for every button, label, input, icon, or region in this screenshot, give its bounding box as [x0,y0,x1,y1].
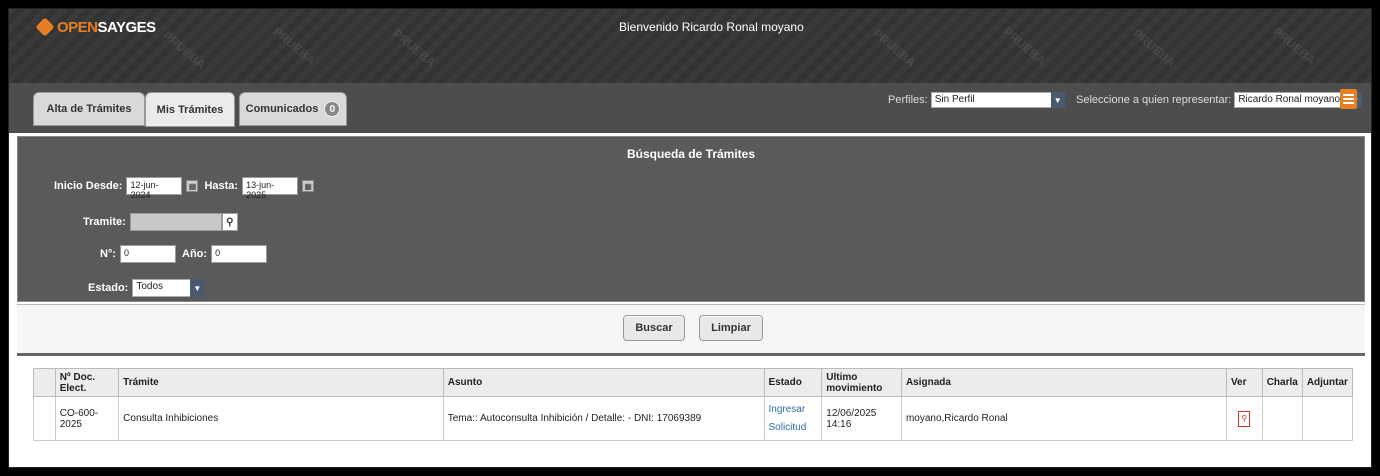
perfiles-selected-value: Sin Perfil [934,94,975,105]
watermark: PRUEBA [870,26,919,70]
tramite-input[interactable] [129,213,222,231]
adjuntar-cell [1301,396,1354,441]
table-row[interactable]: CO-600-2025 Consulta Inhibiciones Tema::… [33,396,1354,441]
search-actions: Buscar Limpiar [17,304,1365,356]
watermark: PRUEBA [160,28,209,72]
hasta-label: Hasta: [204,180,239,192]
asunto-cell: Tema:: Autoconsulta Inhibición / Detalle… [442,396,765,441]
numero-label: N°: [100,248,117,260]
ver-cell: ⚲ [1225,396,1263,441]
estado-link-line2[interactable]: Solicitud [769,419,818,437]
estado-label: Estado: [88,282,129,294]
tramite-label: Tramite: [83,216,126,228]
top-header: PRUEBA PRUEBA PRUEBA PRUEBA PRUEBA PRUEB… [9,9,1371,83]
perfiles-label: Perfiles: [888,94,928,106]
representar-label: Seleccione a quien representar: [1076,94,1232,106]
watermark: PRUEBA [1270,24,1319,68]
inicio-desde-label: Inicio Desde: [54,180,123,192]
estado-cell: Ingresar Solicitud [763,396,823,441]
column-header[interactable]: Adjuntar [1301,368,1354,397]
search-panel-title: Búsqueda de Trámites [626,147,756,161]
tab-alta-de-tramites[interactable]: Alta de Trámites [33,92,145,126]
tab-label: Alta de Trámites [46,103,132,115]
search-panel: Búsqueda de Trámites Inicio Desde: 12-ju… [17,136,1365,302]
column-header[interactable]: Ultimo movimiento [821,368,902,397]
hasta-input[interactable]: 13-jun-2025 [242,177,299,200]
logo-text-sayges: SAYGES [97,18,157,36]
buscar-button[interactable]: Buscar [623,315,685,341]
estado-select[interactable]: Todos ▼ [132,279,205,297]
column-header[interactable]: Nº Doc. Elect. [54,368,120,397]
doc-cell: CO-600-2025 [54,396,120,441]
app-window: PRUEBA PRUEBA PRUEBA PRUEBA PRUEBA PRUEB… [8,8,1372,468]
tab-label: Comunicados [245,103,319,115]
tab-label: Mis Trámites [156,103,224,116]
numero-anio-row: N°: 0 Año: 0 [100,245,268,263]
column-header[interactable]: Asunto [442,368,765,397]
watermark: PRUEBA [1000,24,1049,68]
tab-mis-tramites[interactable]: Mis Trámites [145,92,235,127]
select-column-header [33,368,56,397]
representar-selected-value: Ricardo Ronal moyano [1238,94,1341,105]
opensayges-logo[interactable]: OPEN SAYGES [35,15,157,39]
column-header[interactable]: Estado [763,368,823,397]
ultimo-movimiento-cell: 12/06/2025 14:16 [821,396,902,441]
tramites-table: Nº Doc. Elect. Trámite Asunto Estado Ult… [33,368,1354,441]
dropdown-arrow-icon[interactable]: ▼ [190,279,205,297]
anio-input[interactable]: 0 [211,245,268,263]
view-document-icon[interactable]: ⚲ [1238,410,1251,427]
tramite-row: Tramite: ⚲ [83,213,238,231]
column-header[interactable]: Charla [1261,368,1303,397]
watermark: PRUEBA [390,26,439,70]
search-icon[interactable]: ⚲ [221,213,238,231]
column-header[interactable]: Ver [1225,368,1263,397]
tab-bar: Alta de Trámites Mis Trámites Comunicado… [9,83,1371,133]
calendar-icon[interactable]: ▦ [302,180,315,192]
limpiar-button[interactable]: Limpiar [699,315,763,341]
table-header-row: Nº Doc. Elect. Trámite Asunto Estado Ult… [33,368,1354,397]
menu-icon[interactable] [1340,89,1357,109]
representar-group: Seleccione a quien representar: Ricardo … [1076,92,1363,108]
inicio-desde-input[interactable]: 12-jun-2024 [126,177,183,200]
dropdown-arrow-icon[interactable]: ▼ [1050,92,1065,108]
comunicados-count-badge: 0 [324,101,341,117]
estado-row: Estado: Todos ▼ [88,279,205,297]
perfiles-group: Perfiles: Sin Perfil ▼ [888,92,1065,108]
perfiles-select[interactable]: Sin Perfil ▼ [930,92,1065,108]
asignada-cell: moyano,Ricardo Ronal [900,396,1227,441]
calendar-icon[interactable]: ▦ [186,180,199,192]
column-header[interactable]: Asignada [900,368,1227,397]
anio-label: Año: [182,248,208,260]
welcome-message: Bienvenido Ricardo Ronal moyano [619,20,804,34]
numero-input[interactable]: 0 [120,245,177,263]
charla-cell [1261,396,1303,441]
select-cell[interactable] [33,396,56,441]
watermark: PRUEBA [1130,26,1179,70]
column-header[interactable]: Trámite [118,368,444,397]
date-range-row: Inicio Desde: 12-jun-2024 ▦ Hasta: 13-ju… [54,177,315,200]
estado-selected-value: Todos [136,281,164,292]
estado-link-line1[interactable]: Ingresar [769,401,818,419]
watermark: PRUEBA [270,24,319,68]
logo-hex-icon [35,17,55,37]
tab-comunicados[interactable]: Comunicados 0 [239,92,347,126]
tramite-cell: Consulta Inhibiciones [118,396,444,441]
logo-text-open: OPEN [57,18,98,36]
